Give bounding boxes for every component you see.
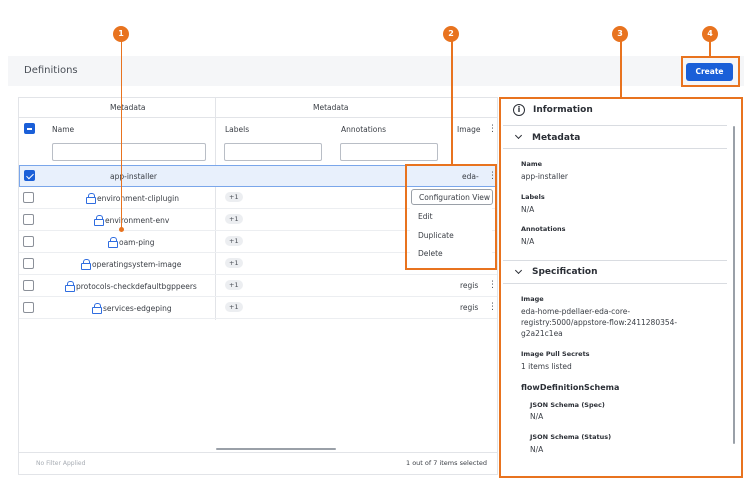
group-header-metadata-1: Metadata [110, 103, 146, 112]
lock-icon [92, 303, 102, 314]
row-name: oam-ping [108, 237, 155, 248]
annotations-filter-input[interactable] [340, 143, 438, 161]
row-name: app-installer [110, 172, 157, 181]
filter-status: No Filter Applied [36, 460, 86, 467]
labels-count-badge[interactable]: +1 [225, 236, 243, 246]
name-filter-input[interactable] [52, 143, 206, 161]
callout-badge-1: 1 [113, 26, 129, 42]
callout-box-2 [405, 164, 497, 270]
row-image: regis [460, 303, 479, 312]
row-checkbox[interactable] [23, 258, 34, 269]
callout-line-1 [120, 40, 122, 229]
labels-count-badge[interactable]: +1 [225, 302, 243, 312]
row-checkbox[interactable] [23, 192, 34, 203]
select-all-checkbox[interactable] [24, 123, 35, 134]
row-checkbox[interactable] [24, 170, 35, 181]
callout-dot-1 [118, 227, 124, 232]
labels-filter-input[interactable] [224, 143, 322, 161]
lock-icon [94, 215, 104, 226]
column-header-name[interactable]: Name [52, 125, 74, 134]
callout-badge-2: 2 [443, 26, 459, 42]
callout-line-3 [620, 40, 622, 97]
callout-box-3 [499, 97, 743, 478]
row-name: environment-cliplugin [86, 193, 179, 204]
callout-line-2 [451, 40, 453, 164]
row-checkbox[interactable] [23, 302, 34, 313]
row-name: services-edgeping [92, 303, 172, 314]
column-menu-icon[interactable]: ⋮ [488, 125, 497, 134]
group-header-metadata-2: Metadata [313, 103, 349, 112]
callout-line-4 [709, 40, 711, 56]
labels-count-badge[interactable]: +1 [225, 258, 243, 268]
labels-count-badge[interactable]: +1 [225, 192, 243, 202]
lock-icon [81, 259, 91, 270]
labels-count-badge[interactable]: +1 [225, 214, 243, 224]
labels-count-badge[interactable]: +1 [225, 280, 243, 290]
row-checkbox[interactable] [23, 280, 34, 291]
row-image: regis [460, 281, 479, 290]
column-header-annotations[interactable]: Annotations [341, 125, 386, 134]
lock-icon [65, 281, 75, 292]
row-name: environment-env [94, 215, 169, 226]
table-row[interactable] [19, 297, 497, 319]
row-menu-icon[interactable]: ⋮ [488, 303, 497, 312]
column-header-labels[interactable]: Labels [225, 125, 249, 134]
row-checkbox[interactable] [23, 236, 34, 247]
horizontal-scrollbar[interactable] [216, 448, 336, 450]
group-header-divider [19, 117, 497, 118]
footer-divider [19, 452, 497, 453]
row-checkbox[interactable] [23, 214, 34, 225]
row-name: operatingsystem-image [81, 259, 181, 270]
callout-badge-3: 3 [612, 26, 628, 42]
page-title: Definitions [24, 65, 78, 76]
lock-icon [86, 193, 96, 204]
row-name: protocols-checkdefaultbgppeers [65, 281, 197, 292]
selection-count: 1 out of 7 items selected [406, 459, 488, 467]
lock-icon [108, 237, 118, 248]
page-header: Definitions [8, 56, 744, 86]
column-header-image[interactable]: Image [457, 125, 481, 134]
callout-badge-4: 4 [702, 26, 718, 42]
row-menu-icon[interactable]: ⋮ [488, 281, 497, 290]
create-button[interactable]: Create [686, 63, 733, 81]
